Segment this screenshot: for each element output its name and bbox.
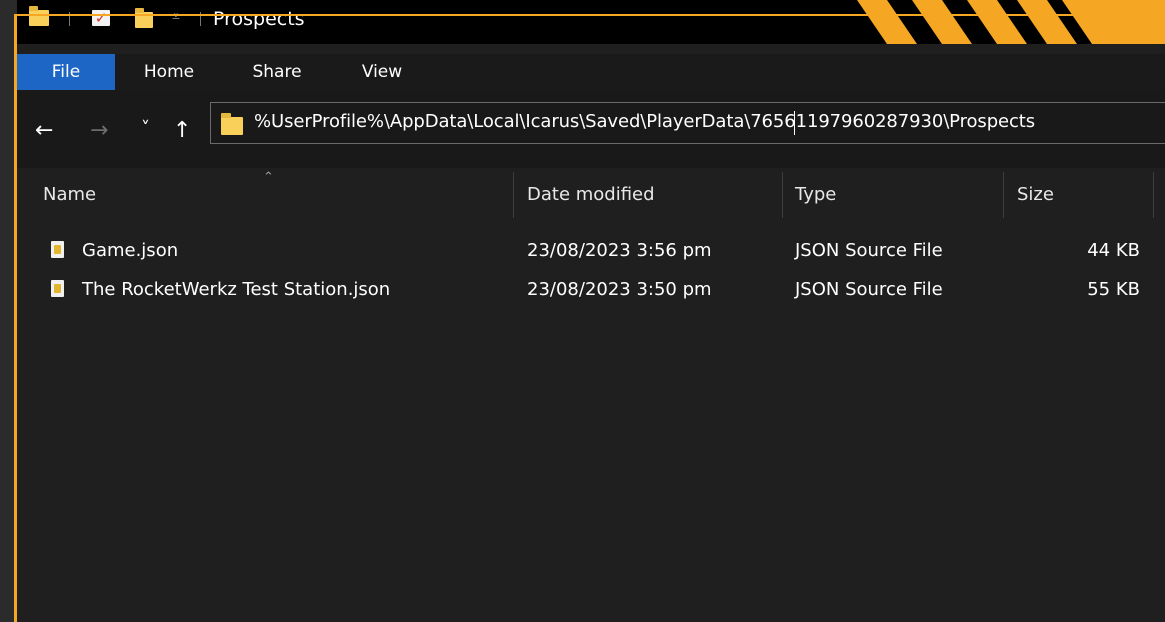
- tab-view[interactable]: View: [347, 54, 417, 90]
- customize-toolbar-icon[interactable]: ⩡: [172, 10, 180, 24]
- text-cursor: [794, 111, 795, 135]
- column-name[interactable]: Name: [43, 184, 96, 205]
- folder-icon: [221, 113, 243, 135]
- accent-border-top: [14, 14, 1165, 16]
- file-name: Game.json: [82, 240, 179, 261]
- sort-ascending-icon: ⌃: [263, 170, 274, 185]
- column-divider[interactable]: [513, 172, 514, 218]
- back-button[interactable]: ←: [35, 120, 53, 142]
- file-date: 23/08/2023 3:56 pm: [527, 240, 712, 261]
- column-type[interactable]: Type: [795, 184, 836, 205]
- tab-file[interactable]: File: [17, 54, 115, 90]
- file-type: JSON Source File: [795, 279, 943, 300]
- file-name: The RocketWerkz Test Station.json: [82, 279, 391, 300]
- title-bar: ✓ ⩡ Prospects: [17, 0, 1165, 44]
- address-bar[interactable]: %UserProfile%\AppData\Local\Icarus\Saved…: [210, 102, 1165, 144]
- file-row[interactable]: The RocketWerkz Test Station.json 23/08/…: [17, 271, 1165, 309]
- recent-locations-button[interactable]: ˅: [141, 118, 150, 140]
- column-date-modified[interactable]: Date modified: [527, 184, 655, 205]
- column-divider[interactable]: [1153, 172, 1154, 218]
- outer-frame-left: [0, 0, 14, 622]
- ribbon-tabs: File Home Share View: [17, 54, 1165, 90]
- file-date: 23/08/2023 3:50 pm: [527, 279, 712, 300]
- column-size[interactable]: Size: [1017, 184, 1054, 205]
- folder-icon: [29, 6, 49, 26]
- properties-check-icon[interactable]: ✓: [92, 10, 110, 26]
- file-size: 44 KB: [1087, 240, 1140, 261]
- tab-home[interactable]: Home: [129, 54, 209, 90]
- tab-share[interactable]: Share: [239, 54, 315, 90]
- json-file-icon: [51, 280, 64, 297]
- up-button[interactable]: ↑: [173, 120, 191, 142]
- file-size: 55 KB: [1087, 279, 1140, 300]
- column-divider[interactable]: [1003, 172, 1004, 218]
- file-row[interactable]: Game.json 23/08/2023 3:56 pm JSON Source…: [17, 232, 1165, 270]
- column-divider[interactable]: [782, 172, 783, 218]
- column-header: ⌃ Name Date modified Type Size: [17, 168, 1165, 224]
- window-title: Prospects: [213, 8, 305, 30]
- decorative-stripes: [857, 0, 1165, 44]
- navigation-bar: ← → ˅ ↑ %UserProfile%\AppData\Local\Icar…: [17, 90, 1165, 168]
- json-file-icon: [51, 241, 64, 258]
- file-type: JSON Source File: [795, 240, 943, 261]
- forward-button[interactable]: →: [90, 120, 108, 142]
- address-input[interactable]: %UserProfile%\AppData\Local\Icarus\Saved…: [254, 111, 1035, 132]
